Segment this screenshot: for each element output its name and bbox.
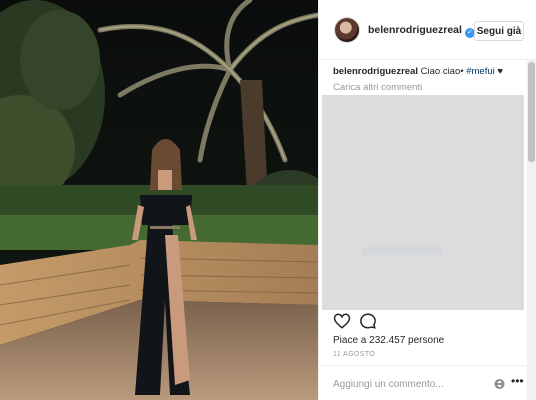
scrollbar[interactable] [527,60,536,400]
emoji-updown-icon[interactable] [494,377,505,391]
post-photo-image [0,0,318,400]
instagram-post-view: belenrodriguezreal ✓ Segui già belenrodri… [0,0,536,400]
post-caption: belenrodriguezreal Ciao ciao• #mefui ♥ [333,66,503,77]
comment-input[interactable] [333,376,483,392]
heart-outline-icon[interactable] [333,312,351,330]
follow-button[interactable]: Segui già [474,21,524,41]
post-side-panel: belenrodriguezreal ✓ Segui già belenrodri… [318,0,536,400]
post-date[interactable]: 11 AGOSTO [333,351,375,358]
post-photo[interactable] [0,0,318,400]
comments-placeholder-area [322,95,524,310]
comment-bar: ••• [319,365,529,400]
post-header: belenrodriguezreal ✓ Segui già [319,0,536,60]
post-actions [319,312,536,334]
caption-text: Ciao ciao• [420,66,464,77]
speech-bubble-icon[interactable] [359,312,377,330]
username-link[interactable]: belenrodriguezreal ✓ [368,24,475,38]
placeholder-line [362,247,442,255]
likes-count[interactable]: Piace a 232.457 persone [333,335,444,346]
scrollbar-thumb[interactable] [528,62,535,162]
caption-heart-icon: ♥ [497,66,504,77]
username-text[interactable]: belenrodriguezreal [368,24,462,36]
caption-username[interactable]: belenrodriguezreal [333,66,418,77]
more-options-icon[interactable]: ••• [511,374,524,388]
load-more-comments-link[interactable]: Carica altri commenti [333,82,422,93]
caption-hashtag[interactable]: #mefui [466,66,495,77]
avatar[interactable] [334,17,360,43]
